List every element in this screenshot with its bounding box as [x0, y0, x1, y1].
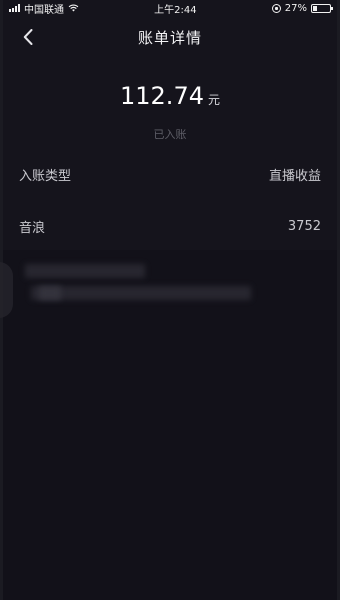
detail-label: 入账类型: [19, 168, 72, 184]
nav-bar: 账单详情: [3, 20, 337, 54]
blurred-content-area: [3, 250, 337, 600]
carrier-label: 中国联通: [24, 4, 64, 16]
screen: 中国联通 上午2:44 27% 账单详情 112.74 元 已入账 入账类型 直…: [0, 0, 340, 600]
blurred-block: [31, 286, 251, 300]
status-right: 27%: [271, 2, 333, 14]
detail-value: 直播收益: [268, 168, 321, 184]
side-pull-tab: [0, 262, 13, 318]
clock: 上午2:44: [154, 4, 197, 16]
battery-icon: [310, 3, 333, 13]
back-button[interactable]: [17, 26, 39, 48]
status-bar: 中国联通 上午2:44 27%: [3, 0, 337, 16]
entry-status: 已入账: [153, 128, 187, 141]
battery-level: [312, 5, 318, 11]
amount-unit: 元: [207, 93, 220, 107]
battery-percent: 27%: [284, 2, 307, 14]
blurred-block: [39, 286, 61, 300]
amount-value: 112.74: [120, 82, 204, 110]
status-left: 中国联通: [9, 1, 79, 16]
detail-value: 3752: [287, 218, 321, 234]
page-title: 账单详情: [137, 28, 202, 47]
detail-label: 音浪: [19, 220, 46, 236]
rotation-lock-icon: [271, 3, 281, 13]
amount-display: 112.74 元: [3, 82, 337, 110]
wifi-icon: [68, 4, 79, 12]
chevron-left-icon: [23, 29, 33, 45]
blurred-block: [25, 264, 145, 278]
signal-icon: [9, 4, 20, 12]
detail-row-yinlang: 音浪 3752: [19, 216, 321, 236]
detail-row-type: 入账类型 直播收益: [19, 164, 321, 184]
